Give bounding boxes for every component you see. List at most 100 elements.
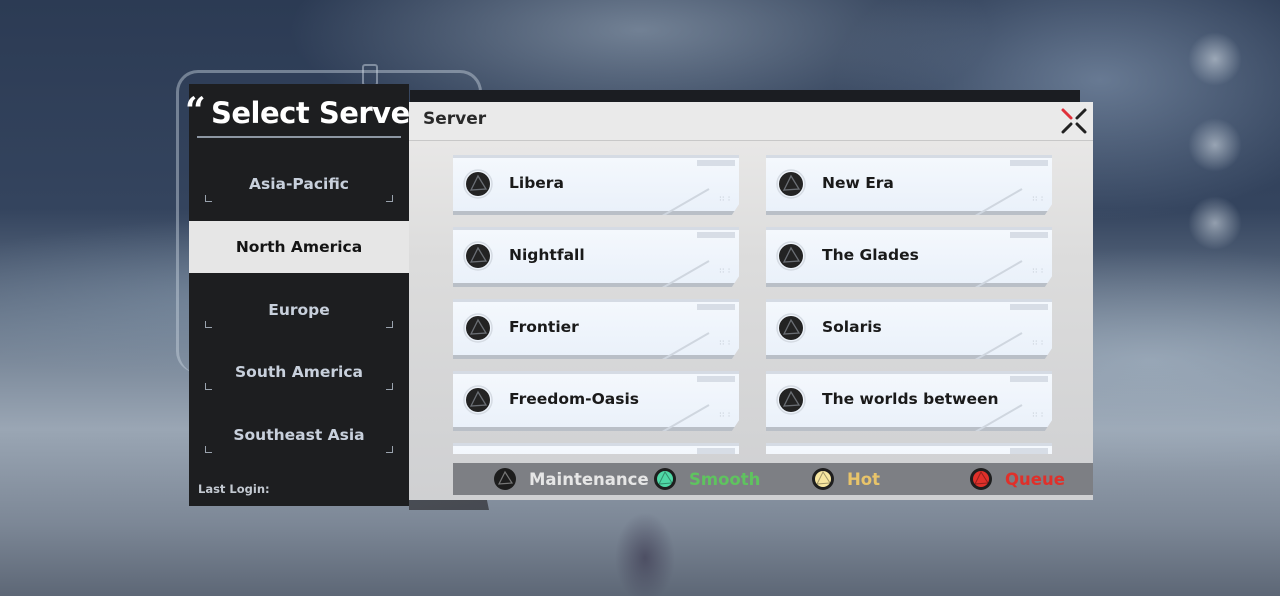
decorative-dots: ∷ ∶	[1032, 195, 1044, 203]
server-name: Freedom-Oasis	[509, 390, 639, 408]
maintenance-status-icon	[463, 385, 493, 415]
title-divider	[197, 136, 401, 138]
server-card[interactable]: ∷ ∶ Freedom-Oasis	[453, 371, 739, 431]
decorative-stripe	[969, 188, 1023, 215]
corner-bracket	[386, 321, 393, 328]
server-tag	[697, 160, 735, 166]
server-tag	[697, 232, 735, 238]
server-name: The Glades	[822, 246, 919, 264]
server-panel: Server ∷ ∶ Libera ∷ ∶ New Era ∷ ∶ Nightfall ∷ …	[409, 102, 1093, 500]
region-tab-asia-pacific[interactable]: Asia-Pacific	[189, 158, 409, 210]
server-tag	[697, 304, 735, 310]
server-card[interactable]: ∷ ∶ Frontier	[453, 299, 739, 359]
quote-mark: “	[185, 90, 206, 132]
region-tab-south-america[interactable]: South America	[189, 346, 409, 398]
decorative-stripe	[656, 332, 710, 359]
maintenance-status-icon	[776, 385, 806, 415]
legend-item-maintenance: Maintenance	[493, 467, 649, 491]
panel-header: Server	[409, 102, 1093, 141]
decorative-stripe	[969, 404, 1023, 431]
server-tag	[1010, 448, 1048, 454]
decorative-stripe	[656, 404, 710, 431]
corner-bracket	[386, 446, 393, 453]
legend-label: Queue	[1005, 469, 1065, 489]
decorative-dots: ∷ ∶	[719, 267, 731, 275]
decorative-dots: ∷ ∶	[719, 411, 731, 419]
corner-bracket	[205, 195, 212, 202]
server-tag	[1010, 232, 1048, 238]
legend-item-queue: Queue	[969, 467, 1065, 491]
server-name: The worlds between	[822, 390, 999, 408]
server-name: Libera	[509, 174, 564, 192]
legend-label: Maintenance	[529, 469, 649, 489]
server-card[interactable]: ∷ ∶ The worlds between	[766, 371, 1052, 431]
server-tag	[697, 448, 735, 454]
close-button[interactable]	[1059, 106, 1089, 136]
maintenance-status-icon	[776, 241, 806, 271]
decorative-dots: ∷ ∶	[1032, 339, 1044, 347]
server-name: Frontier	[509, 318, 579, 336]
region-sidebar: “ Select Server Asia-Pacific North Ameri…	[185, 84, 424, 506]
legend-label: Smooth	[689, 469, 761, 489]
server-tag	[1010, 304, 1048, 310]
server-name: Nightfall	[509, 246, 585, 264]
decorative-dots: ∷ ∶	[719, 195, 731, 203]
background-character	[590, 500, 700, 596]
decorative-stripe	[969, 332, 1023, 359]
region-tab-north-america[interactable]: North America	[189, 221, 409, 273]
hot-status-icon	[811, 467, 847, 491]
decorative-stripe	[656, 260, 710, 287]
maintenance-status-icon	[463, 169, 493, 199]
server-name: Solaris	[822, 318, 882, 336]
decorative-stripe	[656, 188, 710, 215]
server-grid[interactable]: ∷ ∶ Libera ∷ ∶ New Era ∷ ∶ Nightfall ∷ ∶ The Gl…	[409, 141, 1093, 454]
smooth-status-icon	[653, 467, 689, 491]
maintenance-status-icon	[463, 313, 493, 343]
decorative-dots: ∷ ∶	[719, 339, 731, 347]
corner-bracket	[205, 383, 212, 390]
region-tab-europe[interactable]: Europe	[189, 284, 409, 336]
maintenance-status-icon	[776, 169, 806, 199]
server-card[interactable]: ∷ ∶ Nightfall	[453, 227, 739, 287]
server-name: New Era	[822, 174, 894, 192]
queue-status-icon	[969, 467, 1005, 491]
server-card[interactable]: ∷ ∶ Libera	[453, 155, 739, 215]
server-card[interactable]: ∷ ∶ New Era	[766, 155, 1052, 215]
region-label: Europe	[268, 301, 330, 319]
status-legend: Maintenance Smooth Hot Queue	[453, 463, 1093, 495]
decorative-stripe	[969, 260, 1023, 287]
corner-bracket	[205, 321, 212, 328]
legend-item-hot: Hot	[811, 467, 880, 491]
region-label: Asia-Pacific	[248, 175, 349, 193]
maintenance-status-icon	[776, 313, 806, 343]
decorative-dots: ∷ ∶	[1032, 267, 1044, 275]
server-card[interactable]: ∷ ∶ The Glades	[766, 227, 1052, 287]
server-card[interactable]: ∷ ∶ Solaris	[766, 299, 1052, 359]
server-card[interactable]: ∷ ∶	[766, 443, 1052, 454]
panel-title: Server	[423, 109, 487, 129]
page-title-text: Select Server	[211, 96, 424, 130]
decorative-dots: ∷ ∶	[1032, 411, 1044, 419]
maintenance-status-icon	[463, 241, 493, 271]
region-label: North America	[235, 238, 363, 256]
region-label: South America	[235, 363, 363, 381]
corner-bracket	[205, 446, 212, 453]
background-blur-icon	[1188, 32, 1242, 86]
server-tag	[697, 376, 735, 382]
server-tag	[1010, 376, 1048, 382]
server-tag	[1010, 160, 1048, 166]
background-blur-icon	[1188, 118, 1242, 172]
legend-item-smooth: Smooth	[653, 467, 760, 491]
frame-clip	[362, 64, 378, 86]
legend-label: Hot	[847, 469, 881, 489]
corner-bracket	[386, 195, 393, 202]
region-label: Southeast Asia	[233, 426, 365, 444]
region-tab-southeast-asia[interactable]: Southeast Asia	[189, 409, 409, 461]
maintenance-status-icon	[493, 467, 529, 491]
page-title: “ Select Server	[185, 90, 424, 136]
server-card[interactable]: ∷ ∶	[453, 443, 739, 454]
corner-bracket	[386, 383, 393, 390]
close-icon	[1061, 108, 1087, 134]
background-blur-icon	[1188, 196, 1242, 250]
last-login-label: Last Login:	[198, 482, 270, 496]
